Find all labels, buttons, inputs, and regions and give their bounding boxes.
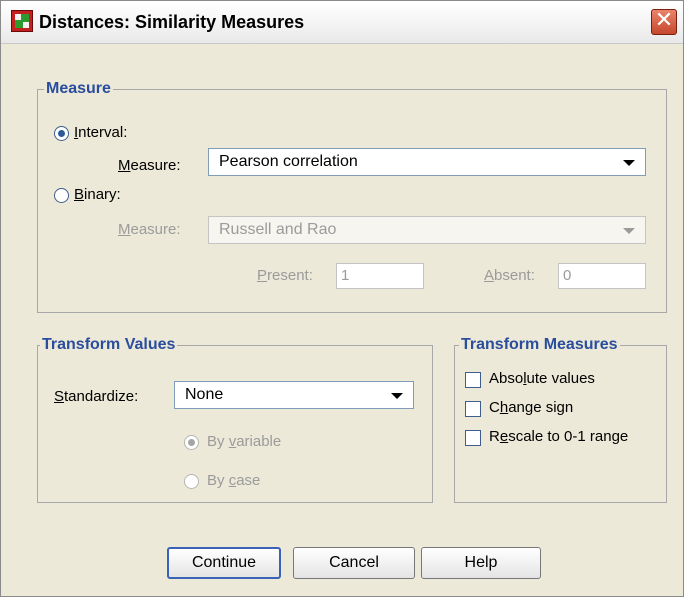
binary-radio[interactable] — [54, 188, 69, 203]
by-case-radio[interactable] — [184, 474, 199, 489]
close-icon: ✕ — [654, 8, 674, 33]
absolute-values-checkbox[interactable] — [465, 372, 481, 388]
measure-group: Measure Interval: Measure: Pearson corre… — [37, 79, 667, 313]
app-icon — [11, 10, 33, 32]
close-button[interactable]: ✕ — [651, 9, 677, 35]
absent-field[interactable]: 0 — [558, 263, 646, 289]
present-field[interactable]: 1 — [336, 263, 424, 289]
title-bar[interactable]: Distances: Similarity Measures ✕ — [1, 1, 683, 44]
absolute-values-label[interactable]: Absolute values — [489, 370, 595, 387]
interval-measure-label: Measure: — [118, 157, 181, 174]
binary-measure-select[interactable]: Russell and Rao — [208, 216, 646, 244]
chevron-down-icon — [391, 393, 403, 399]
dialog-title: Distances: Similarity Measures — [39, 12, 305, 32]
continue-button[interactable]: Continue — [167, 547, 281, 579]
interval-label[interactable]: Interval: — [74, 124, 127, 141]
cancel-button[interactable]: Cancel — [293, 547, 415, 579]
change-sign-checkbox[interactable] — [465, 401, 481, 417]
absent-label: Absent: — [484, 267, 535, 284]
transform-values-group: Transform Values Standardize: None By va… — [37, 335, 433, 503]
chevron-down-icon — [623, 160, 635, 166]
rescale-checkbox[interactable] — [465, 430, 481, 446]
standardize-label: Standardize: — [54, 388, 139, 405]
change-sign-label[interactable]: Change sign — [489, 399, 573, 416]
transform-values-title: Transform Values — [40, 335, 178, 355]
transform-measures-group: Transform Measures Absolute values Chang… — [454, 335, 667, 503]
dialog-window: Distances: Similarity Measures ✕ Measure… — [0, 0, 684, 597]
by-case-label[interactable]: By case — [207, 472, 260, 489]
binary-measure-label: Measure: — [118, 221, 181, 238]
interval-radio[interactable] — [54, 126, 69, 141]
present-label: Present: — [257, 267, 313, 284]
transform-measures-title: Transform Measures — [459, 335, 620, 355]
rescale-label[interactable]: Rescale to 0-1 range — [489, 428, 628, 445]
binary-label[interactable]: Binary: — [74, 186, 121, 203]
measure-group-title: Measure — [44, 79, 113, 99]
chevron-down-icon — [623, 228, 635, 234]
standardize-select[interactable]: None — [174, 381, 414, 409]
help-button[interactable]: Help — [421, 547, 541, 579]
by-variable-radio[interactable] — [184, 435, 199, 450]
interval-measure-select[interactable]: Pearson correlation — [208, 148, 646, 176]
by-variable-label[interactable]: By variable — [207, 433, 281, 450]
